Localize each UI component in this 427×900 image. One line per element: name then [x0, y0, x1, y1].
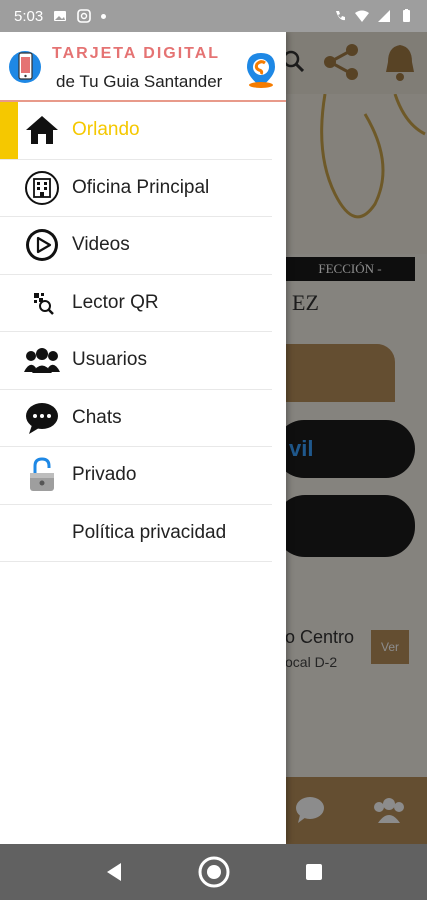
menu-item-lector-qr[interactable]: Lector QR [0, 275, 272, 332]
menu-item-usuarios[interactable]: Usuarios [0, 332, 272, 390]
wifi-icon [355, 10, 369, 22]
phone-logo-icon [9, 51, 41, 83]
menu-item-politica-privacidad[interactable]: Política privacidad [0, 505, 272, 562]
system-navigation-bar [0, 844, 427, 900]
menu-item-label: Orlando [72, 119, 140, 141]
home-button[interactable] [196, 854, 232, 890]
battery-icon [403, 9, 410, 22]
play-icon [24, 227, 60, 263]
users-icon [24, 342, 60, 378]
menu-item-label: Política privacidad [72, 521, 227, 543]
menu-item-label: Lector QR [72, 291, 159, 313]
menu-item-label: Chats [72, 406, 122, 428]
wifi-calling-icon [336, 11, 345, 21]
home-circle-icon [198, 856, 229, 888]
menu-item-oficina-principal[interactable]: Oficina Principal [0, 160, 272, 217]
image-icon [54, 11, 67, 21]
app-notification-icon [77, 9, 92, 23]
signal-icon [378, 10, 390, 22]
brand-title: TARJETA DIGITAL [52, 45, 221, 62]
menu-item-label: Usuarios [72, 349, 147, 371]
qr-scan-icon [24, 285, 60, 321]
location-pin-logo-icon [247, 53, 275, 88]
navigation-drawer: TARJETA DIGITAL de Tu Guia Santander Orl… [0, 32, 286, 844]
menu-item-label: Privado [72, 464, 137, 486]
dot-icon [101, 13, 107, 19]
recents-button[interactable] [296, 854, 332, 890]
status-time: 5:03 [14, 7, 44, 25]
menu-item-chats[interactable]: Chats [0, 390, 272, 447]
drawer-header: TARJETA DIGITAL de Tu Guia Santander [0, 32, 286, 102]
back-button[interactable] [96, 854, 132, 890]
menu-item-label: Oficina Principal [72, 176, 210, 198]
menu-item-orlando[interactable]: Orlando [0, 102, 272, 160]
brand-subtitle: de Tu Guia Santander [56, 72, 223, 91]
menu-item-privado[interactable]: Privado [0, 447, 272, 505]
drawer-menu: Orlando Oficina Principal Videos Lector … [0, 102, 286, 562]
status-bar: 5:03 [0, 0, 427, 32]
menu-item-label: Videos [72, 234, 130, 256]
recents-square-icon [305, 864, 322, 880]
menu-item-videos[interactable]: Videos [0, 217, 272, 275]
chat-icon [24, 400, 60, 436]
back-triangle-icon [106, 863, 121, 881]
unlocked-padlock-icon [24, 457, 60, 493]
office-building-icon [24, 170, 60, 206]
home-icon [24, 112, 60, 148]
